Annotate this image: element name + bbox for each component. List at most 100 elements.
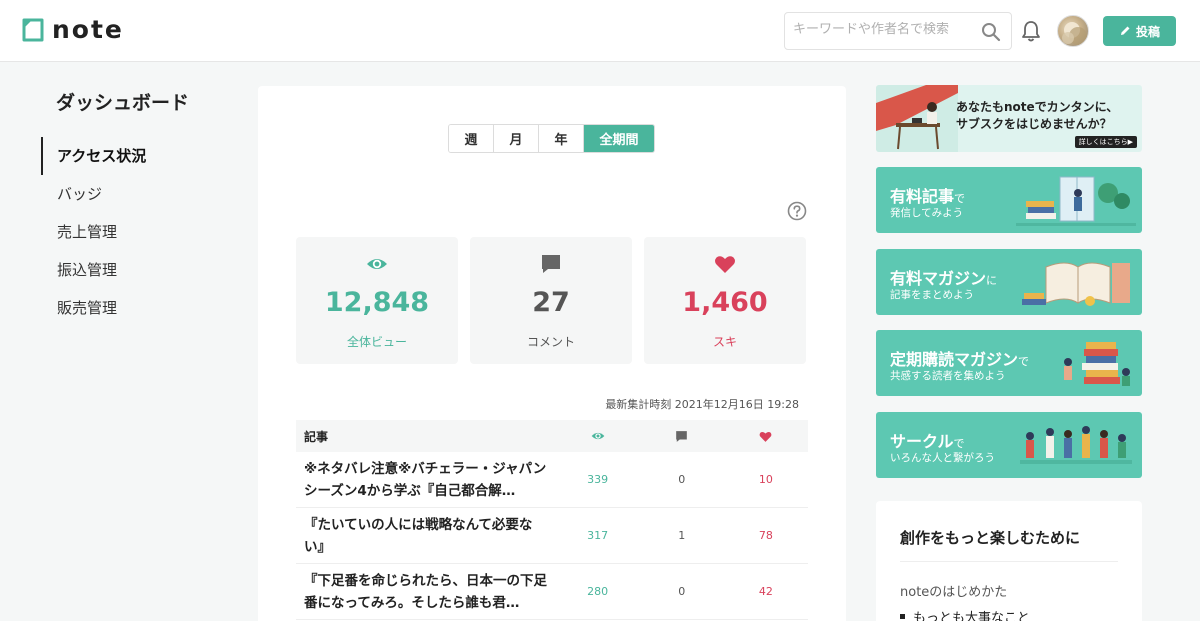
- note-logo[interactable]: note: [22, 15, 124, 44]
- sidebar-item-sales-management[interactable]: 販売管理: [41, 289, 146, 327]
- open-book-illustration: [1022, 262, 1130, 306]
- article-likes: 42: [758, 585, 773, 598]
- article-comments: 0: [678, 473, 686, 486]
- sidebar-item-badges[interactable]: バッジ: [41, 175, 146, 213]
- promo-title-text: 有料マガジン: [890, 269, 987, 288]
- promo-paid-articles[interactable]: 有料記事で 発信してみよう: [876, 167, 1142, 233]
- promo-circle[interactable]: サークルで いろんな人と繋がろう: [876, 412, 1142, 478]
- banner-line-1: あなたもnoteでカンタンに、: [956, 100, 1119, 114]
- likes-stat-card: 1,460 スキ: [644, 237, 806, 364]
- comments-column-header: [640, 430, 724, 443]
- promo-title: サークルで: [890, 428, 965, 452]
- period-all-button[interactable]: 全期間: [584, 125, 654, 152]
- likes-label: スキ: [712, 335, 737, 349]
- creator-guide-card: 創作をもっと楽しむために noteのはじめかた もっとも大事なこと: [876, 501, 1142, 621]
- comments-stat-card: 27 コメント: [470, 237, 632, 364]
- promo-subtitle: いろんな人と繋がろう: [890, 452, 995, 464]
- note-logo-icon: [22, 18, 44, 42]
- comments-label: コメント: [526, 335, 575, 349]
- sidebar-item-access[interactable]: アクセス状況: [41, 137, 146, 175]
- sidebar-nav: アクセス状況 バッジ 売上管理 振込管理 販売管理: [41, 137, 146, 327]
- period-year-button[interactable]: 年: [539, 125, 584, 152]
- table-row: ※ネタバレ注意※バチェラー・ジャパン シーズン4から学ぶ『自己都合解… 339 …: [296, 452, 808, 508]
- avatar[interactable]: [1057, 15, 1089, 47]
- promo-title-suffix: に: [986, 274, 998, 287]
- promo-title: 定期購読マガジンで: [890, 346, 1029, 370]
- article-likes: 10: [758, 473, 773, 486]
- guide-list-item[interactable]: もっとも大事なこと: [900, 607, 1030, 621]
- promo-title-text: 有料記事: [890, 187, 955, 206]
- post-button[interactable]: 投稿: [1103, 16, 1176, 46]
- learn-more-badge[interactable]: 詳しくはこちら▶: [1074, 136, 1137, 148]
- table-row: 『たいていの人には戦略なんて必要ない』 317 1 78: [296, 508, 808, 564]
- article-views: 280: [587, 585, 609, 598]
- heart-icon: [760, 431, 772, 442]
- period-month-button[interactable]: 月: [494, 125, 539, 152]
- article-views: 339: [587, 473, 609, 486]
- likes-column-header: [724, 430, 808, 443]
- period-week-button[interactable]: 週: [449, 125, 494, 152]
- promo-title: 有料マガジンに: [890, 265, 997, 289]
- views-column-header: [556, 429, 640, 443]
- eye-icon: [367, 259, 387, 269]
- sidebar-item-transfers[interactable]: 振込管理: [41, 251, 146, 289]
- table-header: 記事: [296, 420, 808, 452]
- notification-bell-icon[interactable]: [1020, 19, 1042, 43]
- guide-list-item-label: もっとも大事なこと: [913, 611, 1031, 621]
- book-tower-illustration: [1064, 342, 1130, 386]
- subscription-banner-text: あなたもnoteでカンタンに、 サブスクをはじめませんか？: [956, 99, 1118, 133]
- promo-paid-magazine[interactable]: 有料マガジンに 記事をまとめよう: [876, 249, 1142, 315]
- article-likes: 78: [758, 529, 773, 542]
- views-stat-card: 12,848 全体ビュー: [296, 237, 458, 364]
- promo-title-text: サークル: [890, 432, 954, 451]
- comment-icon: [542, 255, 560, 273]
- person-at-desk-illustration: [876, 85, 958, 152]
- article-comments: 1: [678, 529, 686, 542]
- promo-subtitle: 発信してみよう: [890, 207, 964, 219]
- last-updated-timestamp: 最新集計時刻 2021年12月16日 19:28: [605, 398, 799, 411]
- comment-icon: [676, 430, 688, 442]
- book-stack-illustration: [1016, 176, 1136, 226]
- header: note 投稿: [0, 0, 1200, 62]
- views-label: 全体ビュー: [346, 335, 407, 349]
- bullet-icon: [900, 614, 905, 619]
- articles-table: 記事 ※ネタバレ注意※バチェラー・ジャパン シーズン4から学ぶ『自己都合解… 3…: [296, 420, 808, 620]
- avatar-image: [1062, 22, 1087, 45]
- promo-title: 有料記事で: [890, 183, 965, 207]
- card-subtitle: noteのはじめかた: [900, 585, 1008, 600]
- promo-subtitle: 記事をまとめよう: [890, 289, 974, 301]
- views-count: 12,848: [324, 287, 430, 318]
- sidebar-item-sales[interactable]: 売上管理: [41, 213, 146, 251]
- article-title-link[interactable]: 『下足番を命じられたら、日本一の下足番になってみろ。そしたら誰も君…: [296, 570, 556, 614]
- article-column-header: 記事: [304, 429, 329, 444]
- article-title-link[interactable]: ※ネタバレ注意※バチェラー・ジャパン シーズン4から学ぶ『自己都合解…: [296, 458, 556, 502]
- page-title: ダッシュボード: [56, 92, 190, 114]
- promo-subtitle: 共感する読者を集めよう: [890, 370, 1006, 382]
- table-row: 『下足番を命じられたら、日本一の下足番になってみろ。そしたら誰も君… 280 0…: [296, 564, 808, 620]
- heart-icon: [715, 256, 735, 273]
- search-input[interactable]: [793, 22, 973, 37]
- comments-count: 27: [532, 287, 570, 318]
- likes-count: 1,460: [682, 287, 768, 318]
- promo-title-suffix: で: [954, 192, 966, 205]
- eye-icon: [591, 432, 604, 440]
- divider: [900, 561, 1118, 562]
- help-icon[interactable]: [787, 201, 807, 221]
- promo-title-text: 定期購読マガジン: [890, 350, 1019, 369]
- subscription-banner[interactable]: あなたもnoteでカンタンに、 サブスクをはじめませんか？ 詳しくはこちら▶: [876, 85, 1142, 152]
- article-views: 317: [587, 529, 609, 542]
- logo-text: note: [52, 15, 124, 44]
- banner-line-2: サブスクをはじめませんか？: [956, 117, 1112, 131]
- promo-subscription-magazine[interactable]: 定期購読マガジンで 共感する読者を集めよう: [876, 330, 1142, 396]
- people-group-illustration: [1020, 426, 1132, 464]
- main-panel: 週 月 年 全期間 12,848 全体ビュー 27 コメント 1,460 スキ …: [258, 86, 846, 621]
- promo-title-suffix: で: [953, 437, 965, 450]
- period-selector: 週 月 年 全期間: [448, 124, 655, 153]
- search-box: [784, 12, 1012, 50]
- search-icon[interactable]: [981, 22, 1001, 42]
- article-title-link[interactable]: 『たいていの人には戦略なんて必要ない』: [296, 514, 556, 558]
- card-title: 創作をもっと楽しむために: [900, 529, 1081, 547]
- post-button-label: 投稿: [1135, 24, 1160, 39]
- article-comments: 0: [678, 585, 686, 598]
- pencil-icon: [1120, 26, 1130, 35]
